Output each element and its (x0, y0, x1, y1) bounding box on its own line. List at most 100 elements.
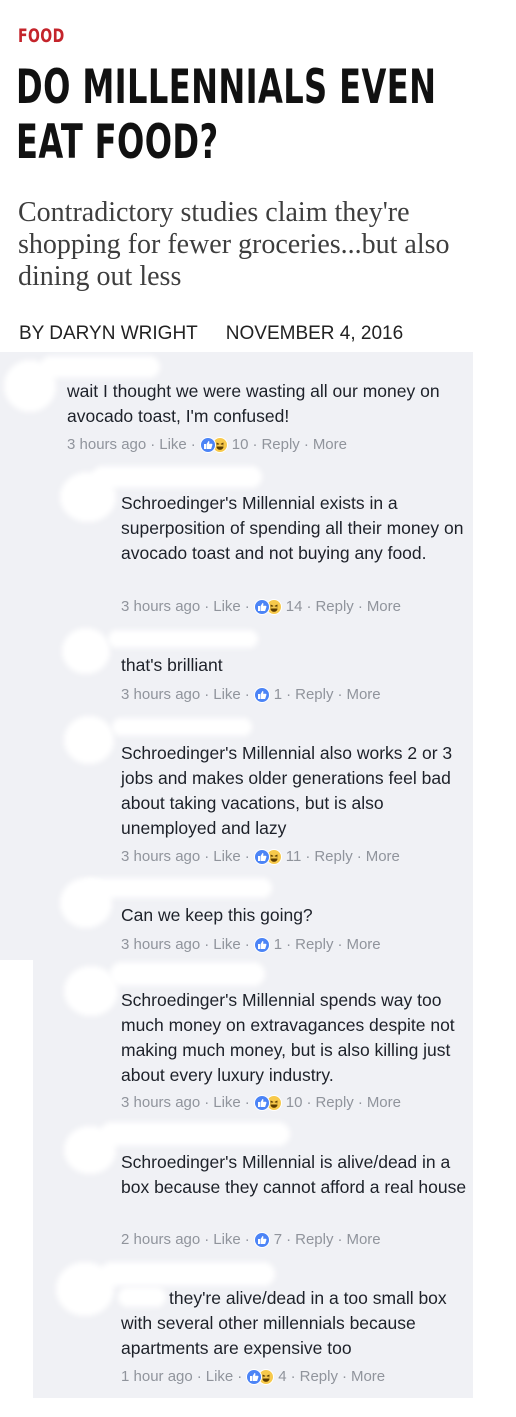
like-link[interactable]: Like (213, 598, 241, 615)
comment-meta: 2 hours ago · Like · 7 · Reply · More (121, 1231, 381, 1248)
separator: · (305, 848, 311, 865)
like-reaction-icon (199, 436, 216, 453)
separator: · (204, 1231, 210, 1248)
timestamp[interactable]: 3 hours ago (121, 936, 200, 953)
separator: · (337, 686, 343, 703)
more-link[interactable]: More (313, 436, 347, 453)
reactions[interactable] (253, 686, 270, 703)
timestamp[interactable]: 3 hours ago (121, 598, 200, 615)
reply-link[interactable]: Reply (315, 598, 353, 615)
headline-line-1: DO MILLENNIALS EVEN (16, 60, 437, 115)
reaction-count[interactable]: 1 (274, 936, 282, 953)
timestamp[interactable]: 1 hour ago (121, 1368, 193, 1385)
separator: · (237, 1368, 243, 1385)
commenter-name[interactable] (40, 356, 160, 378)
reply-link[interactable]: Reply (261, 436, 299, 453)
headline-line-2: EAT FOOD? (16, 115, 219, 170)
comment-meta: 3 hours ago · Like · 11 · Reply · More (121, 848, 400, 865)
reaction-count[interactable]: 4 (278, 1368, 286, 1385)
like-reaction-icon (253, 848, 270, 865)
comment-text: wait I thought we were wasting all our m… (67, 381, 440, 426)
comment-meta: 1 hour ago · Like · 4 · Reply · More (121, 1368, 385, 1385)
separator: · (290, 1368, 296, 1385)
separator: · (204, 848, 210, 865)
more-link[interactable]: More (346, 1231, 380, 1248)
separator: · (244, 848, 250, 865)
separator: · (244, 1094, 250, 1111)
more-link[interactable]: More (346, 936, 380, 953)
timestamp[interactable]: 2 hours ago (121, 1231, 200, 1248)
like-link[interactable]: Like (159, 436, 187, 453)
reactions[interactable] (253, 1231, 270, 1248)
reactions[interactable] (253, 598, 282, 615)
avatar[interactable] (62, 628, 110, 674)
comment-text: Schroedinger's Millennial spends way too… (121, 990, 455, 1085)
like-link[interactable]: Like (213, 686, 241, 703)
separator: · (252, 436, 258, 453)
like-link[interactable]: Like (213, 936, 241, 953)
comment-meta: 3 hours ago · Like · 10 · Reply · More (121, 1094, 401, 1111)
reply-link[interactable]: Reply (314, 848, 352, 865)
like-link[interactable]: Like (206, 1368, 234, 1385)
category-label[interactable]: FOOD (18, 25, 65, 47)
like-link[interactable]: Like (213, 848, 241, 865)
timestamp[interactable]: 3 hours ago (121, 1094, 200, 1111)
like-link[interactable]: Like (213, 1231, 241, 1248)
more-link[interactable]: More (351, 1368, 385, 1385)
reaction-count[interactable]: 14 (286, 598, 303, 615)
publish-date: NOVEMBER 4, 2016 (225, 323, 404, 344)
separator: · (357, 1094, 363, 1111)
commenter-name[interactable] (108, 630, 258, 648)
reactions[interactable] (253, 936, 270, 953)
reply-link[interactable]: Reply (300, 1368, 338, 1385)
separator: · (286, 1231, 292, 1248)
separator: · (244, 1231, 250, 1248)
reaction-count[interactable]: 1 (274, 686, 282, 703)
byline: BY DARYN WRIGHT NOVEMBER 4, 2016 (19, 323, 403, 345)
like-reaction-icon (253, 1094, 270, 1111)
reply-link[interactable]: Reply (295, 686, 333, 703)
timestamp[interactable]: 3 hours ago (67, 436, 146, 453)
commenter-name[interactable] (110, 962, 265, 986)
separator: · (244, 686, 250, 703)
timestamp[interactable]: 3 hours ago (121, 686, 200, 703)
avatar[interactable] (64, 716, 114, 764)
reactions[interactable] (253, 1094, 282, 1111)
reactions[interactable] (246, 1368, 275, 1385)
like-reaction-icon (253, 1231, 270, 1248)
reply-link[interactable]: Reply (315, 1094, 353, 1111)
more-link[interactable]: More (346, 686, 380, 703)
commenter-name[interactable] (100, 1122, 290, 1146)
commenter-name[interactable] (92, 466, 262, 488)
comment-meta: 3 hours ago · Like · 14 · Reply · More (121, 598, 401, 615)
timestamp[interactable]: 3 hours ago (121, 848, 200, 865)
headline: DO MILLENNIALS EVEN EAT FOOD? (16, 60, 502, 170)
comment-meta: 3 hours ago · Like · 10 · Reply · More (67, 436, 347, 453)
separator: · (306, 598, 312, 615)
separator: · (204, 598, 210, 615)
comment-text: Can we keep this going? (121, 905, 313, 925)
reaction-count[interactable]: 10 (286, 1094, 303, 1111)
commenter-name[interactable] (100, 1262, 275, 1286)
more-link[interactable]: More (367, 598, 401, 615)
more-link[interactable]: More (366, 848, 400, 865)
reaction-count[interactable]: 10 (232, 436, 249, 453)
subheadline: Contradictory studies claim they're shop… (18, 197, 450, 292)
separator: · (306, 1094, 312, 1111)
separator: · (356, 848, 362, 865)
like-link[interactable]: Like (213, 1094, 241, 1111)
reaction-count[interactable]: 7 (274, 1231, 282, 1248)
commenter-name[interactable] (112, 718, 252, 736)
comment-text: Schroedinger's Millennial exists in a su… (121, 493, 464, 563)
reaction-count[interactable]: 11 (286, 848, 302, 865)
commenter-name[interactable] (82, 878, 272, 898)
author-name[interactable]: BY DARYN WRIGHT (19, 323, 198, 344)
separator: · (204, 686, 210, 703)
comment-text: they're alive/dead in a too small box wi… (121, 1288, 447, 1358)
reply-link[interactable]: Reply (295, 1231, 333, 1248)
separator: · (337, 1231, 343, 1248)
more-link[interactable]: More (367, 1094, 401, 1111)
reply-link[interactable]: Reply (295, 936, 333, 953)
reactions[interactable] (199, 436, 228, 453)
reactions[interactable] (253, 848, 282, 865)
